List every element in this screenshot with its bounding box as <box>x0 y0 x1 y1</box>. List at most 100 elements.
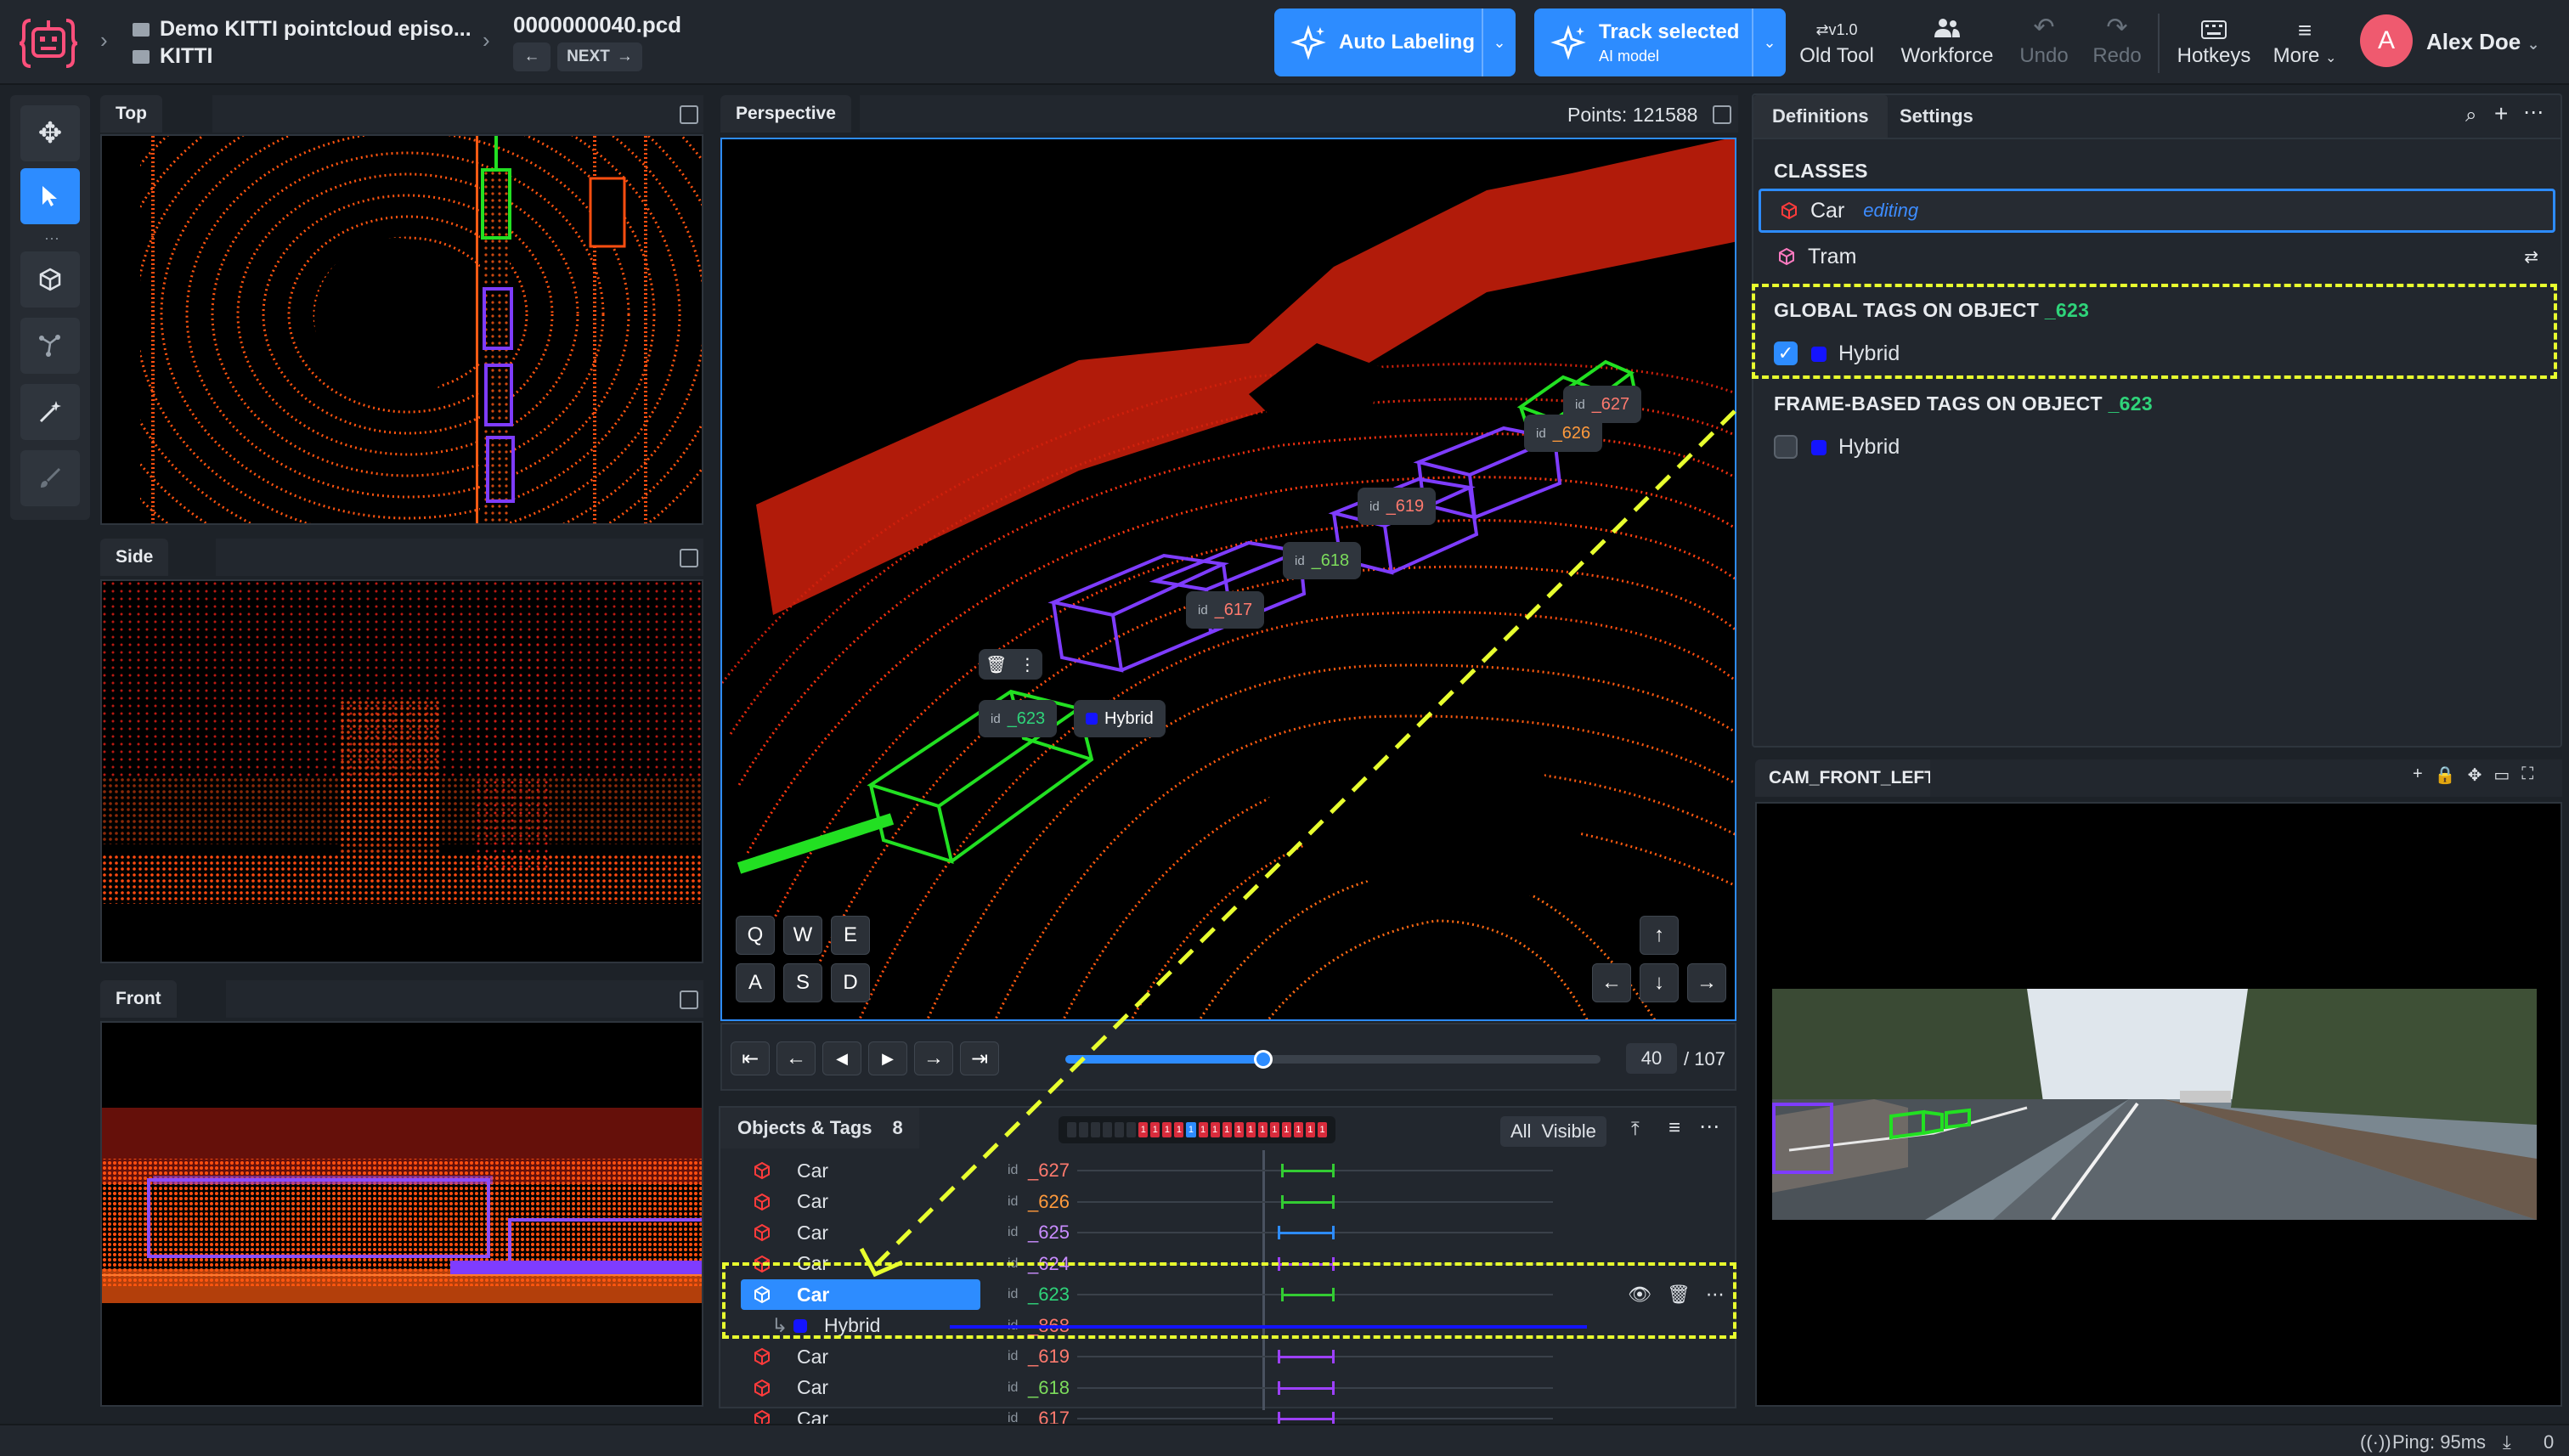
expand-icon[interactable] <box>1713 105 1731 124</box>
avatar[interactable]: A <box>2360 14 2413 67</box>
keyframe-marker[interactable] <box>1278 1380 1280 1395</box>
filter-icon[interactable]: ≡ <box>1668 1116 1680 1140</box>
keyframe-marker[interactable] <box>1332 1380 1335 1395</box>
front-view-canvas[interactable] <box>100 1021 703 1407</box>
arrow-down-key[interactable]: ↓ <box>1640 963 1679 1002</box>
object-label-626[interactable]: id _626 <box>1524 415 1603 452</box>
trash-icon[interactable]: 🗑 <box>985 654 1007 675</box>
redo-button[interactable]: ↷ Redo <box>2083 8 2151 76</box>
tab-objects-tags[interactable]: Objects & Tags 8 <box>720 1108 919 1148</box>
frame-slider[interactable] <box>1065 1050 1601 1069</box>
tab-perspective-view[interactable]: Perspective <box>720 95 851 133</box>
arrow-left-key[interactable]: ← <box>1592 963 1631 1002</box>
expand-icon[interactable] <box>680 990 698 1009</box>
frame-mark[interactable]: 1 <box>1234 1122 1244 1137</box>
perspective-canvas[interactable]: id _627 id _626 id _619 id _618 id _617 🗑 ⋮ id… <box>720 138 1736 1021</box>
keyframe-marker[interactable] <box>1332 1226 1335 1239</box>
key-d[interactable]: D <box>831 963 870 1002</box>
expand-icon[interactable] <box>680 549 698 567</box>
object-label-623[interactable]: id _623 <box>979 700 1058 737</box>
frame-marks-strip[interactable]: 1111111111111111 <box>1059 1116 1335 1143</box>
user-menu[interactable]: Alex Doe ⌄ <box>2426 29 2540 55</box>
table-row[interactable]: Car id _619 <box>737 1341 1731 1372</box>
project-breadcrumb[interactable]: Demo KITTI pointcloud episo... <box>133 17 471 42</box>
object-tag-hybrid[interactable]: Hybrid <box>1074 700 1166 737</box>
timeline-segment[interactable] <box>1278 1386 1332 1390</box>
track-selected-button[interactable]: Track selected AI model ⌄ <box>1534 8 1786 76</box>
frame-mark[interactable]: 1 <box>1269 1122 1279 1137</box>
prev-button[interactable]: ← <box>513 42 550 71</box>
frame-mark[interactable]: 1 <box>1198 1122 1208 1137</box>
frame-mark[interactable]: 1 <box>1222 1122 1232 1137</box>
frame-mark-empty[interactable] <box>1115 1122 1125 1137</box>
expand-icon[interactable]: ⛶ <box>2521 765 2533 786</box>
frame-mark-empty[interactable] <box>1103 1122 1113 1137</box>
filter-visible[interactable]: Visible <box>1538 1120 1606 1143</box>
more-menu-button[interactable]: ≡ More ⌄ <box>2268 8 2341 76</box>
add-icon[interactable]: + <box>2413 765 2423 786</box>
app-logo[interactable] <box>19 15 78 71</box>
expand-icon[interactable] <box>680 105 698 124</box>
timeline-segment[interactable] <box>1281 1200 1332 1204</box>
tab-definitions[interactable]: Definitions <box>1753 95 1888 138</box>
frame-mark[interactable]: 1 <box>1317 1122 1328 1137</box>
collapse-icon[interactable]: ⤒ <box>1631 1118 1640 1140</box>
timeline-segment[interactable] <box>1278 1356 1332 1358</box>
side-view-canvas[interactable] <box>100 579 703 963</box>
frame-mark[interactable]: 1 <box>1305 1122 1315 1137</box>
chevron-down-icon[interactable]: ⌄ <box>1752 8 1786 76</box>
keyframe-marker[interactable] <box>1332 1164 1335 1177</box>
keyframe-marker[interactable] <box>1332 1350 1335 1363</box>
frame-input[interactable]: 40 <box>1626 1043 1677 1074</box>
frame-mark[interactable]: 1 <box>1174 1122 1184 1137</box>
object-label-619[interactable]: id _619 <box>1358 488 1437 525</box>
object-label-617[interactable]: id _617 <box>1186 591 1265 629</box>
lock-icon[interactable]: 🔒 <box>2435 765 2456 786</box>
last-frame-button[interactable]: ⇥ <box>960 1041 999 1075</box>
key-e[interactable]: E <box>831 916 870 955</box>
undo-button[interactable]: ↶ Undo <box>2010 8 2078 76</box>
object-label-618[interactable]: id _618 <box>1283 542 1362 579</box>
frame-mark-empty[interactable] <box>1079 1122 1089 1137</box>
keyframe-marker[interactable] <box>1278 1226 1280 1239</box>
key-s[interactable]: S <box>783 963 822 1002</box>
frame-mark[interactable]: 1 <box>1162 1122 1172 1137</box>
keyframe-marker[interactable] <box>1332 1194 1335 1209</box>
swap-icon[interactable]: ⇄ <box>2524 246 2538 268</box>
frame-mark[interactable]: 1 <box>1150 1122 1160 1137</box>
keyframe-marker[interactable] <box>1278 1350 1280 1363</box>
hotkeys-button[interactable]: Hotkeys <box>2170 8 2258 76</box>
camera-view[interactable] <box>1755 802 2562 1407</box>
key-a[interactable]: A <box>736 963 775 1002</box>
tab-side-view[interactable]: Side <box>100 539 169 576</box>
slider-thumb[interactable] <box>1254 1050 1273 1069</box>
timeline-segment[interactable] <box>1278 1232 1332 1234</box>
select-tool-button[interactable] <box>20 168 80 224</box>
cuboid-tool-button[interactable] <box>20 251 80 308</box>
tab-top-view[interactable]: Top <box>100 95 162 133</box>
prev-frame-button[interactable]: ← <box>776 1041 816 1075</box>
table-row[interactable]: Car id _627 <box>737 1155 1731 1186</box>
keyframe-marker[interactable] <box>1281 1194 1284 1209</box>
more-vertical-icon[interactable]: ⋮ <box>1019 654 1036 675</box>
frame-mark[interactable]: 1 <box>1245 1122 1256 1137</box>
top-view-canvas[interactable] <box>100 134 703 525</box>
table-row[interactable]: Car id _618 <box>737 1373 1731 1403</box>
old-tool-button[interactable]: ⇄v1.0 Old Tool <box>1794 8 1879 76</box>
workforce-button[interactable]: Workforce <box>1894 8 2000 76</box>
frame-mark[interactable]: 1 <box>1281 1122 1291 1137</box>
frame-mark-empty[interactable] <box>1126 1122 1137 1137</box>
tab-settings[interactable]: Settings <box>1881 95 1992 138</box>
add-icon[interactable]: + <box>2494 100 2508 127</box>
frame-mark[interactable]: 1 <box>1293 1122 1303 1137</box>
polyline-tool-button[interactable] <box>20 318 80 374</box>
dataset-breadcrumb[interactable]: KITTI <box>133 44 213 69</box>
table-row[interactable]: Car id _625 <box>737 1217 1731 1248</box>
key-w[interactable]: W <box>783 916 822 955</box>
play-button[interactable]: ▶ <box>868 1041 907 1075</box>
move-icon[interactable]: ✥ <box>2468 765 2482 786</box>
notification-icon[interactable]: ⤓ <box>2503 1431 2511 1453</box>
frame-mark[interactable]: 1 <box>1210 1122 1220 1137</box>
class-item-car[interactable]: Car editing <box>1759 189 2555 233</box>
frame-tag-checkbox[interactable] <box>1774 435 1798 459</box>
